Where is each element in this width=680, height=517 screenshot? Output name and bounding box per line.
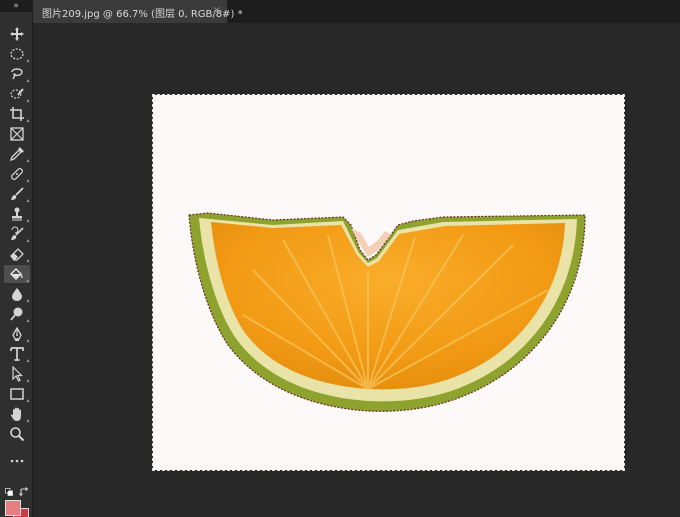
- stamp-icon: [12, 207, 22, 221]
- document-image: [153, 95, 624, 470]
- paint-bucket-icon: [10, 268, 23, 280]
- zoom-tool[interactable]: [4, 425, 30, 443]
- tool-group-indicator: [26, 259, 29, 262]
- document-tab-bar: » 图片209.jpg @ 66.7% (图层 0, RGB/8#) * ×: [0, 0, 680, 23]
- frame-icon: [10, 127, 24, 141]
- move-icon: [10, 27, 24, 41]
- tools-panel: [0, 12, 33, 517]
- document-tab[interactable]: 图片209.jpg @ 66.7% (图层 0, RGB/8#) * ×: [33, 0, 243, 23]
- tool-group-indicator: [26, 319, 29, 322]
- blur-tool[interactable]: [4, 285, 30, 303]
- canvas-workspace[interactable]: [33, 23, 680, 517]
- eraser-icon: [10, 248, 24, 261]
- default-colors-icon[interactable]: [5, 488, 13, 496]
- tool-group-indicator: [26, 379, 29, 382]
- close-tab-icon[interactable]: ×: [213, 5, 221, 16]
- pen-icon: [12, 326, 22, 341]
- tool-group-indicator: [26, 239, 29, 242]
- tool-group-indicator: [26, 79, 29, 82]
- healing-brush-tool[interactable]: [4, 165, 30, 183]
- quick-selection-tool[interactable]: [4, 85, 30, 103]
- marquee-tool[interactable]: [4, 45, 30, 63]
- clone-stamp-tool[interactable]: [4, 205, 30, 223]
- dodge-tool[interactable]: [4, 305, 30, 323]
- tool-group-indicator: [26, 279, 29, 282]
- rectangle-icon: [10, 388, 24, 400]
- dodge-icon: [10, 307, 23, 321]
- elliptical-marquee-icon: [10, 48, 24, 60]
- tool-group-indicator: [26, 179, 29, 182]
- brush-icon: [11, 187, 24, 200]
- hand-icon: [10, 407, 21, 421]
- tool-group-indicator: [26, 419, 29, 422]
- toolbar-grip[interactable]: [2, 12, 30, 22]
- hand-tool[interactable]: [4, 405, 30, 423]
- brush-tool[interactable]: [4, 185, 30, 203]
- tool-group-indicator: [26, 59, 29, 62]
- crop-tool[interactable]: [4, 105, 30, 123]
- drop-icon: [12, 288, 22, 301]
- crop-icon: [10, 107, 24, 121]
- tool-group-indicator: [26, 119, 29, 122]
- path-selection-tool[interactable]: [4, 365, 30, 383]
- type-icon: [10, 347, 24, 361]
- color-swatches: [2, 484, 32, 517]
- frame-tool[interactable]: [4, 125, 30, 143]
- zoom-icon: [10, 427, 25, 442]
- tool-group-indicator: [26, 359, 29, 362]
- tool-group-indicator: [26, 199, 29, 202]
- more-icon: [10, 459, 24, 463]
- type-tool[interactable]: [4, 345, 30, 363]
- tool-group-indicator: [26, 159, 29, 162]
- tool-group-indicator: [26, 399, 29, 402]
- history-brush-icon: [11, 226, 24, 240]
- pen-tool[interactable]: [4, 325, 30, 343]
- lasso-icon: [11, 68, 23, 80]
- rectangle-tool[interactable]: [4, 385, 30, 403]
- eyedropper-icon: [9, 147, 24, 162]
- bandage-icon: [11, 168, 23, 180]
- eyedropper-tool[interactable]: [4, 145, 30, 163]
- foreground-color-swatch[interactable]: [5, 500, 21, 516]
- edit-toolbar[interactable]: [4, 452, 30, 470]
- paint-bucket-tool[interactable]: [4, 265, 30, 283]
- eraser-tool[interactable]: [4, 245, 30, 263]
- quick-selection-icon: [10, 88, 24, 99]
- collapse-panels-button[interactable]: »: [2, 1, 30, 11]
- document-canvas[interactable]: [152, 94, 625, 471]
- history-brush-tool[interactable]: [4, 225, 30, 243]
- move-tool[interactable]: [4, 25, 30, 43]
- tool-group-indicator: [26, 219, 29, 222]
- lasso-tool[interactable]: [4, 65, 30, 83]
- tool-group-indicator: [26, 99, 29, 102]
- swap-colors-icon[interactable]: [19, 487, 29, 497]
- arrow-icon: [12, 366, 23, 382]
- tool-group-indicator: [26, 299, 29, 302]
- tool-group-indicator: [26, 339, 29, 342]
- photoshop-window: » 图片209.jpg @ 66.7% (图层 0, RGB/8#) * ×: [0, 0, 680, 517]
